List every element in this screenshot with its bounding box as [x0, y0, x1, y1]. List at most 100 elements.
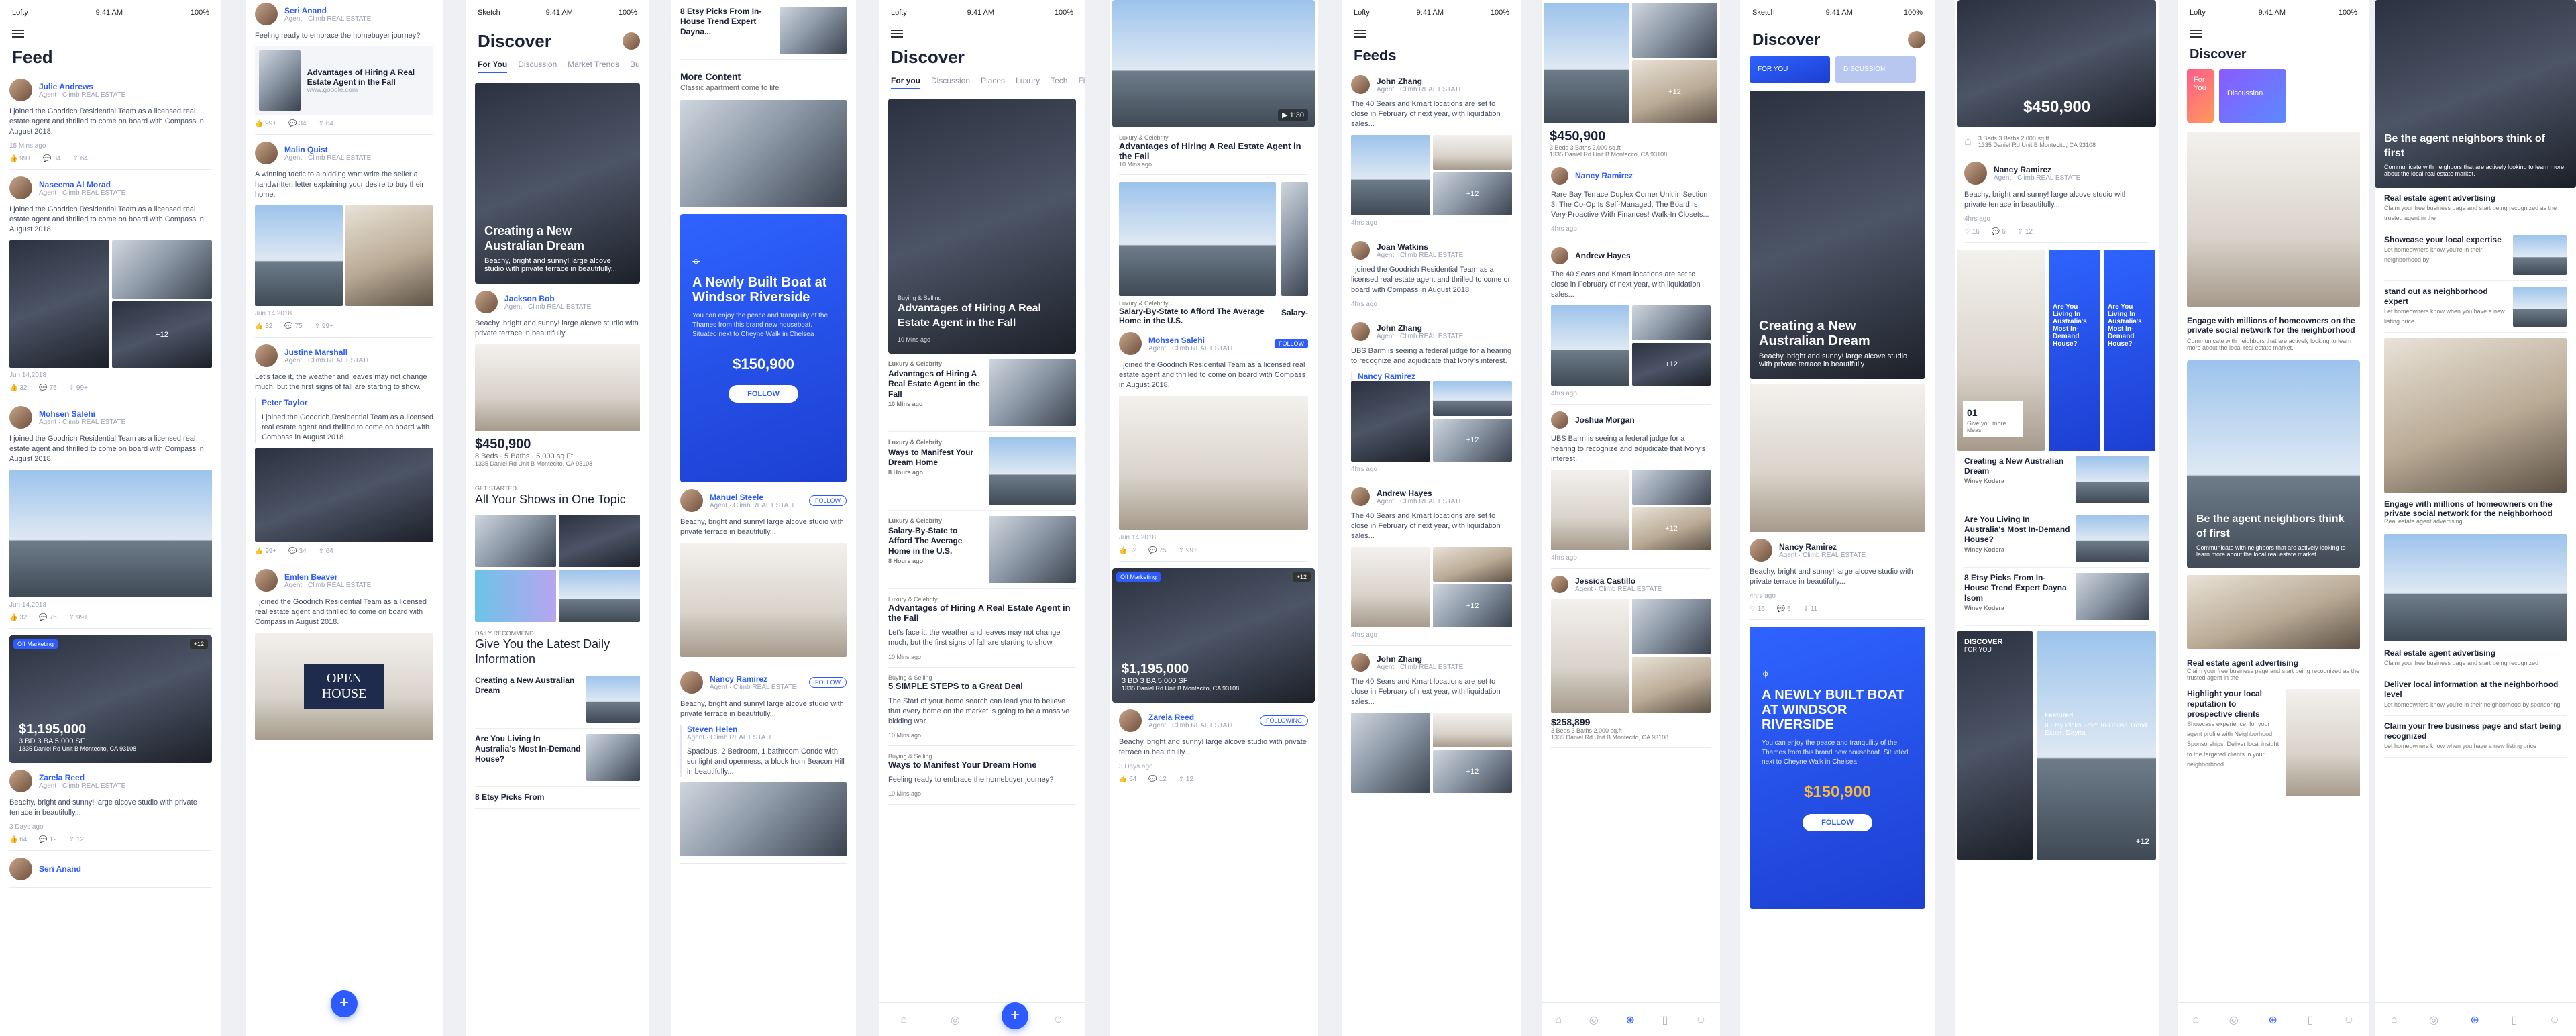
comment-icon[interactable]: 💬 6	[1992, 228, 2006, 236]
tab-market-trends[interactable]: Market Trends	[568, 60, 619, 73]
house-photo[interactable]	[1119, 182, 1276, 296]
link-title[interactable]: Advantages of Hiring A Real Estate Agent…	[307, 68, 429, 87]
post-card[interactable]: Seri Anand Agent · Climb REAL ESTATE Feel…	[255, 3, 433, 135]
post-card[interactable]: John Zhang Agent · Climb REAL ESTATE UBS B…	[1351, 322, 1512, 480]
article-card[interactable]: Luxury & Celebrity Advantages of Hiring A…	[1119, 134, 1308, 175]
profile-icon[interactable]: ☺	[1695, 1014, 1706, 1026]
avatar[interactable]	[1551, 411, 1568, 429]
house-photo[interactable]	[112, 240, 212, 299]
tab-for-you[interactable]: For you	[891, 76, 920, 89]
post-card[interactable]: Mohsen Salehi Agent · Climb REAL ESTATE FO…	[1119, 332, 1308, 562]
comment-icon[interactable]: 💬 75	[1148, 547, 1166, 554]
post-card[interactable]: Nancy Ramirez Rare Bay Terrace Duplex Cor…	[1551, 167, 1711, 240]
list-item[interactable]: Showcase your local expertise Let homeown…	[2384, 235, 2567, 281]
share-icon[interactable]: ⇪ 12	[2018, 228, 2033, 236]
photo-grid[interactable]: +12	[1551, 470, 1711, 550]
avatar[interactable]	[1964, 162, 1987, 185]
avatar[interactable]	[680, 489, 703, 512]
follow-button[interactable]: FOLLOW	[808, 677, 847, 688]
house-photo[interactable]	[1551, 305, 1629, 386]
menu-icon[interactable]	[1354, 30, 1366, 38]
ad-card[interactable]: ⌖ A Newly Built Boat at Windsor Riversid…	[680, 214, 847, 482]
photo-grid[interactable]: +12	[1351, 713, 1512, 793]
house-photo[interactable]	[1632, 657, 1711, 713]
photo-grid[interactable]: +12	[1544, 3, 1717, 123]
share-icon[interactable]: ⇪ 99+	[69, 384, 88, 392]
share-icon[interactable]: ⇪ 64	[319, 548, 333, 555]
house-photo[interactable]	[1433, 381, 1512, 416]
house-photo[interactable]	[1119, 396, 1308, 530]
author-name[interactable]: Nancy Ramirez	[1994, 165, 2080, 174]
post-card[interactable]: Andrew Hayes The 40 Sears and Kmart locat…	[1551, 247, 1711, 405]
photo-grid[interactable]: +12	[9, 240, 212, 368]
tab-for-you[interactable]: For You	[2187, 69, 2214, 123]
list-item[interactable]: 8 Etsy Picks From	[475, 792, 640, 809]
house-photo[interactable]	[255, 448, 433, 542]
house-photo[interactable]	[2384, 534, 2567, 641]
author-name[interactable]: Mohsen Salehi	[1148, 335, 1268, 345]
like-icon[interactable]: 👍 32	[9, 614, 27, 621]
avatar[interactable]	[255, 569, 278, 592]
house-photo[interactable]	[1551, 599, 1629, 713]
house-photo[interactable]: +12	[1433, 172, 1512, 215]
compass-icon[interactable]: ◎	[1589, 1013, 1599, 1027]
house-photo[interactable]	[1632, 3, 1717, 58]
discover-card[interactable]: DISCOVER FOR YOU	[1957, 631, 2033, 860]
avatar[interactable]	[9, 79, 32, 101]
carousel-card[interactable]: 01 Give you more ideas	[1957, 250, 2045, 451]
tab-luxury[interactable]: Luxury	[1016, 76, 1040, 89]
avatar[interactable]	[1351, 241, 1370, 260]
list-item[interactable]: 8 Etsy Picks From In-House Trend Expert …	[1964, 573, 2149, 626]
post-card[interactable]: Manuel Steele Agent · Climb REAL ESTATE FO…	[680, 489, 847, 664]
profile-icon[interactable]: ☺	[2549, 1014, 2560, 1026]
house-photo[interactable]	[559, 570, 640, 622]
link-preview[interactable]: Advantages of Hiring A Real Estate Agent…	[255, 46, 433, 115]
avatar[interactable]	[1551, 247, 1568, 264]
author-name[interactable]: Nancy Ramirez	[1575, 171, 1633, 180]
photo-grid[interactable]	[255, 205, 433, 306]
avatar[interactable]	[1351, 322, 1370, 341]
bookmark-icon[interactable]: ▯	[2308, 1013, 2314, 1027]
carousel[interactable]: Luxury & Celebrity Salary-By-State to Aff…	[1119, 182, 1308, 325]
house-photo[interactable]	[9, 470, 212, 597]
like-icon[interactable]: ♡ 16	[1750, 605, 1765, 613]
author-name[interactable]: Julie Andrews	[39, 82, 125, 91]
tab-discussion[interactable]: Discussion	[931, 76, 970, 89]
add-button[interactable]: +	[331, 990, 358, 1017]
photo-grid[interactable]: +12	[1551, 305, 1711, 386]
photo-grid[interactable]	[475, 515, 640, 622]
avatar[interactable]	[623, 32, 640, 50]
house-photo[interactable]: +12	[1433, 584, 1512, 627]
house-photo[interactable]	[1750, 384, 1925, 532]
photo-grid[interactable]: +12	[1351, 135, 1512, 215]
house-photo[interactable]	[1351, 381, 1430, 462]
shared-post[interactable]: Steven Helen Agent · Climb REAL ESTATE Spa…	[680, 725, 847, 777]
author-name[interactable]: John Zhang	[1377, 323, 1463, 333]
house-photo[interactable]	[1632, 470, 1711, 505]
house-photo[interactable]: OPEN HOUSE	[255, 633, 433, 740]
listing-info[interactable]: $450,900 3 Beds 3 Baths 2,000 sq.ft 1335 D…	[1542, 126, 1720, 160]
author-name[interactable]: Joan Watkins	[1377, 242, 1463, 252]
share-icon[interactable]: ⇪ 64	[319, 120, 333, 127]
interior-photo[interactable]	[2187, 132, 2360, 307]
post-card[interactable]: Jessica Castillo Agent · Climb REAL ESTAT…	[1551, 576, 1711, 748]
house-photo[interactable]	[1433, 713, 1512, 747]
avatar[interactable]	[1351, 75, 1370, 94]
discover-carousel[interactable]: DISCOVER FOR YOU Featured 8 Etsy Picks From…	[1957, 631, 2156, 860]
house-photo[interactable]	[475, 344, 640, 431]
author-name[interactable]: Andrew Hayes	[1575, 251, 1631, 260]
avatar[interactable]	[1908, 31, 1925, 48]
house-photo[interactable]	[680, 100, 847, 207]
author-name[interactable]: Seri Anand	[284, 6, 371, 15]
compass-icon[interactable]: ◎	[2229, 1013, 2239, 1027]
home-icon[interactable]: ⌂	[2192, 1014, 2199, 1026]
like-icon[interactable]: 👍 99+	[9, 155, 31, 162]
home-icon[interactable]: ⌂	[900, 1014, 907, 1026]
house-photo[interactable]	[255, 205, 343, 306]
comment-icon[interactable]: 💬 34	[288, 120, 306, 127]
author-name[interactable]: Zarela Reed	[1148, 713, 1253, 722]
house-photo[interactable]	[1351, 713, 1430, 793]
menu-icon[interactable]	[891, 30, 903, 38]
post-card[interactable]: Nancy Ramirez Agent · Climb REAL ESTATE Be…	[1750, 539, 1925, 620]
post-card[interactable]: Nancy Ramirez Agent · Climb REAL ESTATE FO…	[680, 671, 847, 864]
